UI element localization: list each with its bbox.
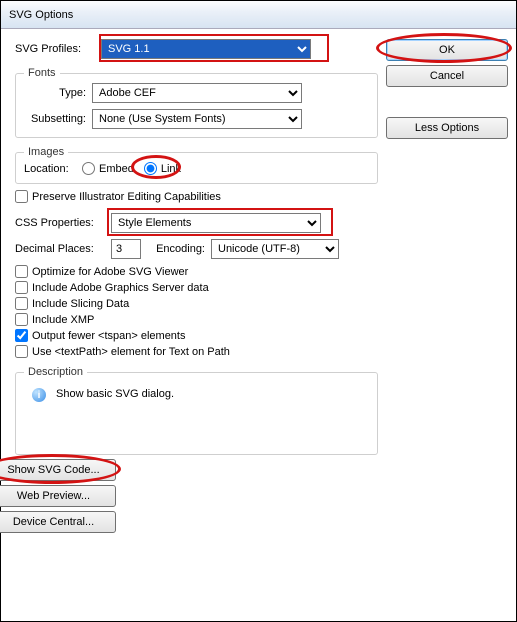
left-pane: SVG Profiles: SVG 1.1 Fonts Type: Adobe … [15, 39, 378, 461]
svg-profiles-select[interactable]: SVG 1.1 [101, 39, 311, 59]
web-preview-button[interactable]: Web Preview... [0, 485, 116, 507]
cancel-button[interactable]: Cancel [386, 65, 508, 87]
description-text: Show basic SVG dialog. [56, 388, 174, 400]
svg-profiles-row: SVG Profiles: SVG 1.1 [15, 39, 378, 59]
svg-profiles-label: SVG Profiles: [15, 43, 101, 55]
preserve-checkbox[interactable] [15, 190, 28, 203]
images-group: Images Location: Embed Link [15, 146, 378, 184]
description-group: Description i Show basic SVG dialog. [15, 366, 378, 455]
footer-buttons: Show SVG Code... Web Preview... Device C… [0, 459, 116, 533]
optimize-checkbox[interactable] [15, 265, 28, 278]
titlebar: SVG Options [1, 1, 516, 29]
optimize-label: Optimize for Adobe SVG Viewer [32, 266, 188, 278]
slicing-label: Include Slicing Data [32, 298, 129, 310]
window-title: SVG Options [9, 9, 73, 21]
textpath-label: Use <textPath> element for Text on Path [32, 346, 230, 358]
preserve-row: Preserve Illustrator Editing Capabilitie… [15, 190, 378, 203]
info-icon: i [32, 388, 46, 402]
right-pane: OK Cancel Less Options [386, 39, 508, 461]
css-properties-label: CSS Properties: [15, 217, 111, 229]
tspan-label: Output fewer <tspan> elements [32, 330, 185, 342]
font-subsetting-label: Subsetting: [24, 113, 92, 125]
graphics-server-checkbox[interactable] [15, 281, 28, 294]
device-central-button[interactable]: Device Central... [0, 511, 116, 533]
css-properties-row: CSS Properties: Style Elements [15, 213, 378, 233]
decimal-places-input[interactable] [111, 239, 141, 259]
graphics-server-label: Include Adobe Graphics Server data [32, 282, 209, 294]
images-embed-radio[interactable]: Embed [82, 162, 134, 175]
slicing-checkbox[interactable] [15, 297, 28, 310]
xmp-label: Include XMP [32, 314, 94, 326]
font-type-select[interactable]: Adobe CEF [92, 83, 302, 103]
font-type-label: Type: [24, 87, 92, 99]
description-legend: Description [24, 366, 87, 378]
decimal-places-label: Decimal Places: [15, 243, 111, 255]
decimal-encoding-row: Decimal Places: Encoding: Unicode (UTF-8… [15, 239, 378, 259]
images-location-label: Location: [24, 163, 80, 175]
images-link-radio[interactable]: Link [144, 162, 181, 175]
encoding-label: Encoding: [141, 243, 211, 255]
dialog-body: SVG Profiles: SVG 1.1 Fonts Type: Adobe … [1, 29, 516, 469]
ok-button[interactable]: OK [386, 39, 508, 61]
xmp-checkbox[interactable] [15, 313, 28, 326]
css-properties-select[interactable]: Style Elements [111, 213, 321, 233]
images-legend: Images [24, 146, 68, 158]
less-options-button[interactable]: Less Options [386, 117, 508, 139]
show-svg-code-button[interactable]: Show SVG Code... [0, 459, 116, 481]
tspan-checkbox[interactable] [15, 329, 28, 342]
textpath-checkbox[interactable] [15, 345, 28, 358]
preserve-label: Preserve Illustrator Editing Capabilitie… [32, 191, 221, 203]
encoding-select[interactable]: Unicode (UTF-8) [211, 239, 339, 259]
fonts-legend: Fonts [24, 67, 60, 79]
font-subsetting-select[interactable]: None (Use System Fonts) [92, 109, 302, 129]
fonts-group: Fonts Type: Adobe CEF Subsetting: None (… [15, 67, 378, 138]
